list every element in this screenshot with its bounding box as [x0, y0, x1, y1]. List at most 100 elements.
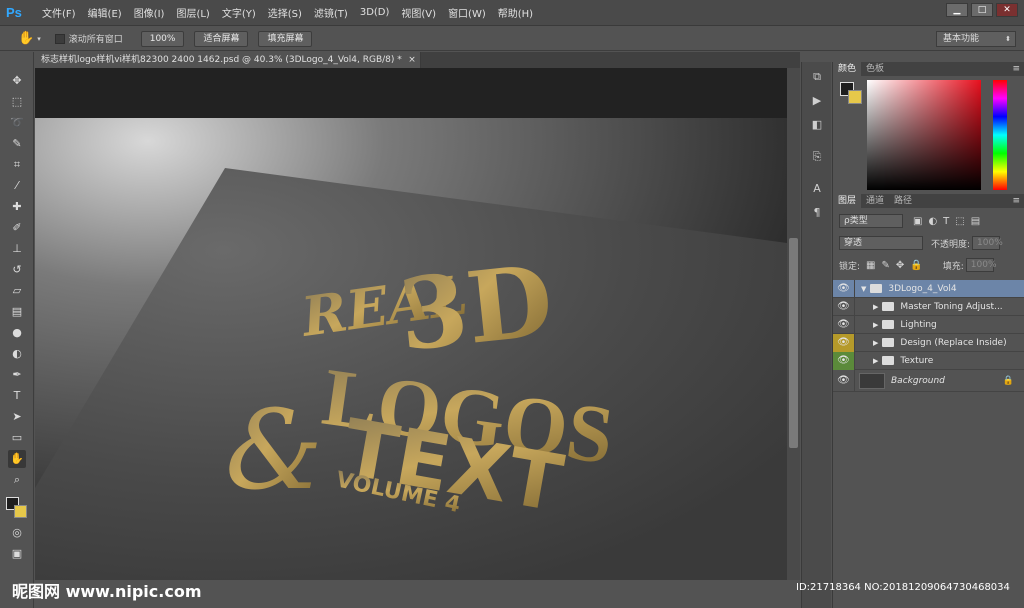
eraser-tool-icon[interactable]: ▱	[8, 282, 26, 300]
background-color-swatch[interactable]	[14, 505, 27, 518]
eye-icon[interactable]: 👁	[833, 351, 855, 370]
marquee-tool-icon[interactable]: ⬚	[8, 93, 26, 111]
chevron-down-icon[interactable]: ▾	[37, 35, 41, 43]
panel-menu-icon[interactable]: ≡	[1012, 194, 1020, 208]
tab-color[interactable]: 颜色	[833, 62, 862, 76]
layer-filter-label: ρ类型	[844, 216, 868, 226]
history-panel-icon[interactable]: ⧉	[808, 68, 826, 86]
workspace-select[interactable]: 基本功能 ⬍	[936, 31, 1016, 47]
quick-mask-icon[interactable]: ◎	[8, 524, 26, 542]
tab-paths[interactable]: 路径	[889, 194, 917, 208]
screen-mode-icon[interactable]: ▣	[8, 545, 26, 563]
lasso-tool-icon[interactable]: ➰	[8, 114, 26, 132]
close-button[interactable]: ✕	[996, 3, 1018, 17]
chevron-right-icon[interactable]: ▶	[873, 303, 878, 311]
menu-select[interactable]: 选择(S)	[262, 5, 308, 20]
path-select-tool-icon[interactable]: ➤	[8, 408, 26, 426]
blur-tool-icon[interactable]: ●	[8, 324, 26, 342]
chevron-right-icon[interactable]: ▶	[873, 339, 878, 347]
layer-row[interactable]: 👁 ▶ Master Toning Adjust...	[833, 297, 1024, 316]
right-panels: 颜色 色板 ≡ 图层 通道 路径 ≡ ρ类型 ▣◐T⬚▤ 穿透 不透明度: 10…	[832, 62, 1024, 608]
zoom-tool-icon[interactable]: ⌕	[8, 471, 26, 489]
menu-help[interactable]: 帮助(H)	[492, 5, 539, 20]
type-tool-icon[interactable]: T	[8, 387, 26, 405]
hand-tool-icon[interactable]: ✋	[18, 31, 34, 46]
hue-slider[interactable]	[993, 80, 1007, 190]
layer-row[interactable]: 👁 ▶ Design (Replace Inside)	[833, 333, 1024, 352]
menu-edit[interactable]: 编辑(E)	[82, 5, 128, 20]
menu-3d[interactable]: 3D(D)	[354, 7, 396, 18]
color-spectrum[interactable]	[867, 80, 981, 190]
vertical-scrollbar[interactable]	[787, 68, 800, 580]
menu-bar: Ps 文件(F) 编辑(E) 图像(I) 图层(L) 文字(Y) 选择(S) 滤…	[0, 0, 1024, 26]
menu-window[interactable]: 窗口(W)	[442, 5, 492, 20]
filter-icons[interactable]: ▣◐T⬚▤	[913, 216, 986, 227]
brush-tool-icon[interactable]: ✐	[8, 219, 26, 237]
dodge-tool-icon[interactable]: ◐	[8, 345, 26, 363]
document-tab-bar: 标志样机logo样机vi样机82300 2400 1462.psd @ 40.3…	[35, 52, 800, 68]
paragraph-panel-icon[interactable]: ¶	[808, 204, 826, 222]
background-color-swatch[interactable]	[848, 90, 862, 104]
crop-tool-icon[interactable]: ⌗	[8, 156, 26, 174]
move-tool-icon[interactable]: ✥	[8, 72, 26, 90]
tab-channels[interactable]: 通道	[861, 194, 889, 208]
watermark-id: ID:21718364 NO:20181209064730468034	[796, 582, 1010, 593]
layer-filter-select[interactable]: ρ类型	[839, 214, 903, 228]
fit-screen-button[interactable]: 适合屏幕	[194, 30, 249, 47]
tab-layers[interactable]: 图层	[833, 194, 862, 208]
layer-row[interactable]: 👁 Background 🔒	[833, 369, 1024, 392]
history-brush-tool-icon[interactable]: ↺	[8, 261, 26, 279]
chevron-down-icon[interactable]: ▼	[861, 285, 866, 293]
hand-tool-icon[interactable]: ✋	[8, 450, 26, 468]
lock-label: 锁定:	[839, 261, 861, 272]
eye-icon[interactable]: 👁	[833, 369, 855, 392]
menu-type[interactable]: 文字(Y)	[216, 5, 262, 20]
scroll-all-windows-checkbox[interactable]	[54, 33, 65, 44]
eyedropper-tool-icon[interactable]: ⁄	[8, 177, 26, 195]
eye-icon[interactable]: 👁	[833, 333, 855, 352]
eye-icon[interactable]: 👁	[833, 279, 855, 298]
layer-row[interactable]: 👁 ▶ Texture	[833, 351, 1024, 370]
character-panel-icon[interactable]: A	[808, 180, 826, 198]
eye-icon[interactable]: 👁	[833, 315, 855, 334]
layer-row[interactable]: 👁 ▶ Lighting	[833, 315, 1024, 334]
menu-file[interactable]: 文件(F)	[36, 5, 82, 20]
scrollbar-thumb[interactable]	[789, 238, 798, 448]
chevron-right-icon[interactable]: ▶	[873, 321, 878, 329]
document-tab[interactable]: 标志样机logo样机vi样机82300 2400 1462.psd @ 40.3…	[35, 52, 421, 68]
adjustments-panel-icon[interactable]: ◧	[808, 116, 826, 134]
folder-icon	[870, 284, 883, 293]
fill-value: 100%	[970, 260, 997, 270]
gradient-tool-icon[interactable]: ▤	[8, 303, 26, 321]
fill-input[interactable]: 100%	[965, 258, 997, 272]
chevron-right-icon[interactable]: ▶	[873, 357, 878, 365]
clone-stamp-tool-icon[interactable]: ⊥	[8, 240, 26, 258]
layer-filter-row: ρ类型 ▣◐T⬚▤	[833, 212, 1024, 230]
layer-row[interactable]: 👁 ▼ 3DLogo_4_Vol4	[833, 279, 1024, 298]
shape-tool-icon[interactable]: ▭	[8, 429, 26, 447]
healing-brush-tool-icon[interactable]: ✚	[8, 198, 26, 216]
zoom-100-button[interactable]: 100%	[140, 30, 185, 47]
options-bar: ✋ ▾ 滚动所有窗口 100% 适合屏幕 填充屏幕 基本功能 ⬍	[0, 27, 1024, 51]
menu-image[interactable]: 图像(I)	[128, 5, 171, 20]
panel-menu-icon[interactable]: ≡	[1012, 62, 1020, 76]
quick-select-tool-icon[interactable]: ✎	[8, 135, 26, 153]
menu-filter[interactable]: 滤镜(T)	[308, 5, 354, 20]
eye-icon[interactable]: 👁	[833, 297, 855, 316]
lock-icon: 🔒	[1002, 375, 1014, 386]
tool-presets-icon[interactable]: ⎘	[808, 148, 826, 166]
canvas[interactable]: REAL 3D LOGOS & TEXT VOLUME 4	[35, 68, 787, 580]
layer-name: 3DLogo_4_Vol4	[888, 283, 957, 294]
tab-swatches[interactable]: 色板	[861, 62, 889, 76]
pen-tool-icon[interactable]: ✒	[8, 366, 26, 384]
menu-view[interactable]: 视图(V)	[395, 5, 442, 20]
restore-button[interactable]: □	[971, 3, 993, 17]
menu-layer[interactable]: 图层(L)	[170, 5, 215, 20]
opacity-input[interactable]: 100%	[972, 236, 1003, 250]
minimize-button[interactable]: ▁	[946, 3, 968, 17]
blend-mode-select[interactable]: 穿透	[839, 236, 923, 250]
actions-play-icon[interactable]: ▶	[808, 92, 826, 110]
fill-screen-button[interactable]: 填充屏幕	[258, 30, 313, 47]
close-icon[interactable]: ×	[408, 52, 416, 68]
lock-icons[interactable]: ▦✎✥🔒	[866, 260, 929, 271]
